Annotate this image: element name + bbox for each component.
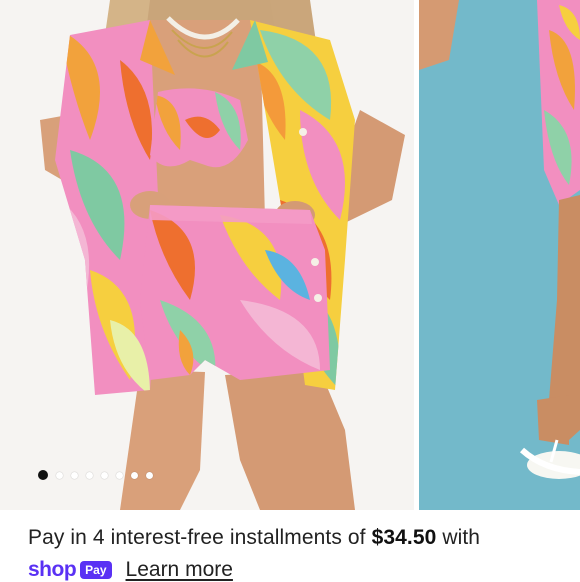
learn-more-link[interactable]: Learn more [126,558,233,582]
carousel-dot-4[interactable] [86,471,93,479]
product-image-carousel[interactable] [0,0,580,510]
installment-amount: $34.50 [371,526,437,549]
carousel-dot-7[interactable] [131,471,138,479]
product-photo-main[interactable] [0,0,414,510]
product-photo-main-art [0,0,414,510]
carousel-dot-2[interactable] [56,471,63,479]
carousel-dot-3[interactable] [71,471,78,479]
installments-text-after: with [436,526,481,549]
carousel-dot-5[interactable] [101,471,108,479]
product-photo-next-art [419,0,580,510]
shop-pay-logo-word: shop [28,558,77,581]
carousel-dot-6[interactable] [116,471,123,479]
product-photo-next[interactable] [419,0,580,510]
shop-pay-row: shop Pay Learn more [28,558,233,582]
installments-message: Pay in 4 interest-free installments of $… [28,526,480,550]
shop-pay-badge: Pay [80,561,112,579]
carousel-dot-1[interactable] [38,470,48,480]
carousel-pagination [38,470,153,480]
carousel-dot-8[interactable] [146,471,153,479]
installments-text-before: Pay in 4 interest-free installments of [28,526,372,549]
